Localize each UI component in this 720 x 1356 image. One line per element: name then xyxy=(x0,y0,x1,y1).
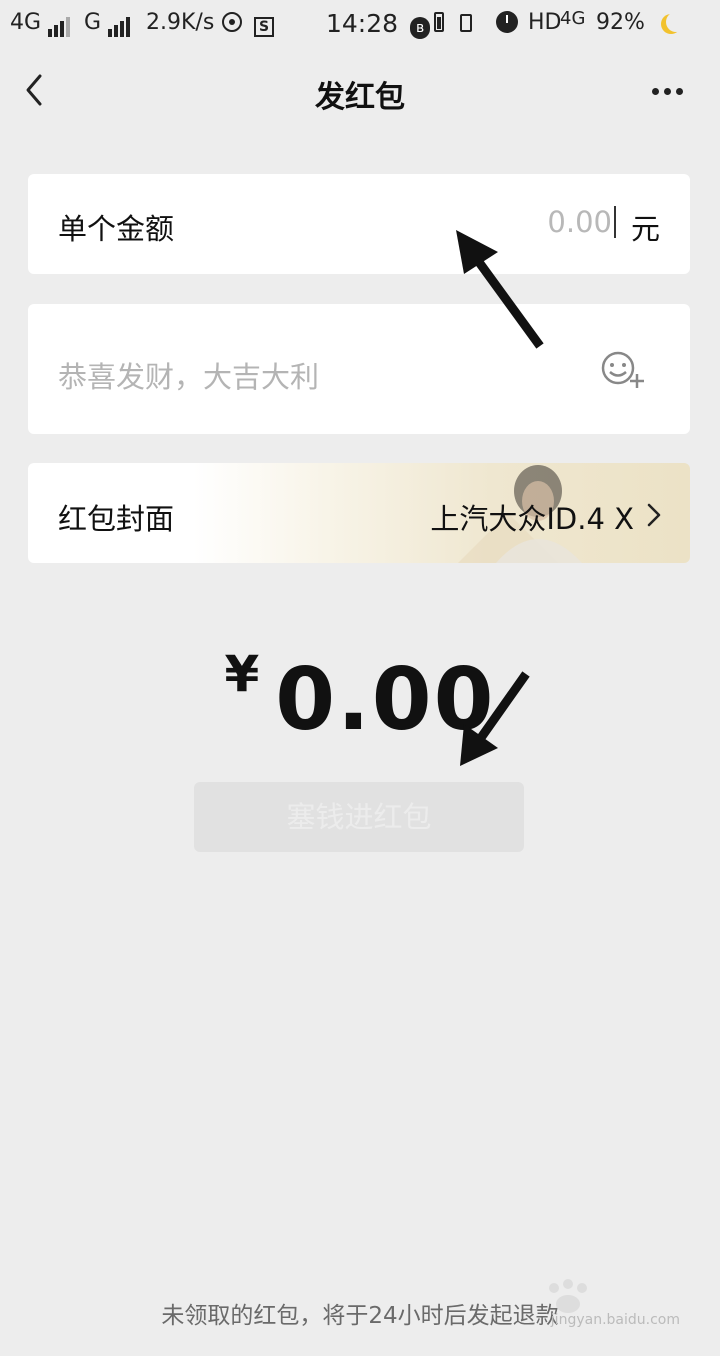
watermark-text: jingyan.baidu.com xyxy=(550,1312,680,1328)
total-value: 0.00 xyxy=(275,650,496,750)
network-type-g: G xyxy=(84,10,102,35)
signal-group-2: G xyxy=(84,10,132,37)
more-dots-icon xyxy=(652,80,688,99)
bluetooth-icon: ʙ xyxy=(410,10,430,39)
greeting-input[interactable]: 恭喜发财，大吉大利 xyxy=(58,354,319,396)
clock-time: 14:28 xyxy=(326,9,399,38)
emoji-plus-icon xyxy=(601,351,644,388)
nav-header: 发红包 xyxy=(0,48,720,136)
more-button[interactable] xyxy=(652,80,692,100)
amount-card[interactable]: 单个金额 0.00 元 xyxy=(28,174,690,274)
network-type-4g-2: 4G xyxy=(560,8,586,29)
battery-small-icon xyxy=(434,10,444,35)
watermark: jingyan.baidu.com xyxy=(520,1278,680,1328)
network-type-4g: 4G xyxy=(10,10,42,35)
network-speed: 2.9K/s xyxy=(146,10,215,35)
currency-symbol: ¥ xyxy=(224,645,260,703)
hd-label: HD xyxy=(528,10,562,35)
amount-input[interactable]: 0.00 xyxy=(547,206,616,238)
signal-strength-icon-2 xyxy=(108,12,132,37)
vibrate-icon xyxy=(460,10,472,35)
chevron-right-icon xyxy=(647,503,661,527)
message-card[interactable]: 恭喜发财，大吉大利 xyxy=(28,304,690,434)
cover-name: 上汽大众ID.4 X xyxy=(430,502,634,536)
alarm-icon xyxy=(496,10,518,35)
amount-label: 单个金额 xyxy=(58,212,175,246)
emoji-add-button[interactable] xyxy=(600,350,646,390)
put-money-button[interactable]: 塞钱进红包 xyxy=(194,782,524,852)
moon-icon xyxy=(660,10,686,35)
signal-group-1: 4G xyxy=(10,10,72,37)
page-title: 发红包 xyxy=(315,80,405,115)
signal-strength-icon xyxy=(48,12,72,37)
amount-unit: 元 xyxy=(630,212,660,246)
status-bar: 4G G 2.9K/s S 14:28 ʙ HD 4G 92% xyxy=(0,0,720,48)
total-amount: ¥0.00 xyxy=(0,645,720,750)
cover-card[interactable]: 红包封面 上汽大众ID.4 X xyxy=(28,463,690,563)
sync-icon xyxy=(222,10,242,35)
s-app-icon: S xyxy=(254,10,274,37)
cover-label: 红包封面 xyxy=(58,502,175,536)
battery-percent: 92% xyxy=(596,10,645,35)
